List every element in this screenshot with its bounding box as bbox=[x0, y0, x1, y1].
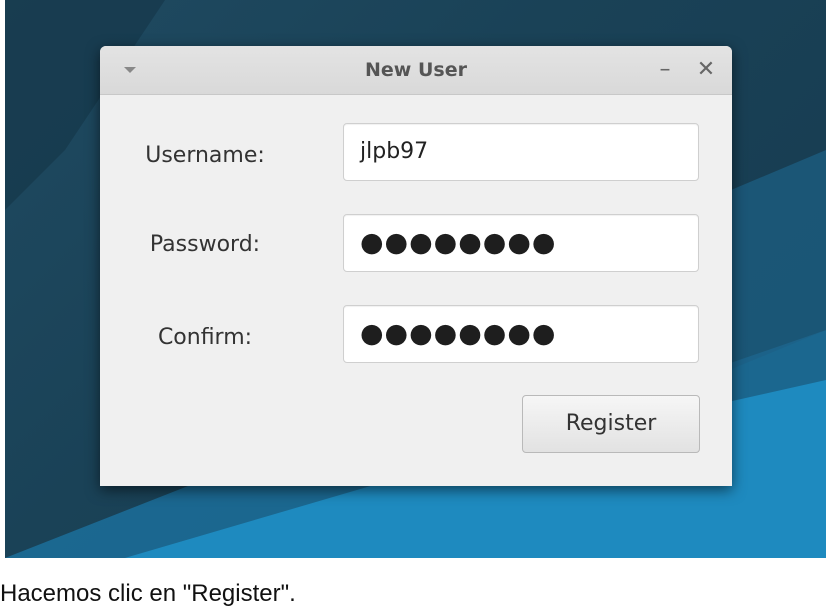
new-user-dialog: New User – ✕ Username: jlpb97 Password: … bbox=[100, 46, 732, 486]
confirm-password-field[interactable]: ●●●●●●●● bbox=[343, 305, 699, 363]
desktop-background: New User – ✕ Username: jlpb97 Password: … bbox=[5, 0, 826, 558]
window-title: New User bbox=[365, 59, 467, 81]
window-titlebar[interactable]: New User – ✕ bbox=[100, 46, 732, 95]
username-field[interactable]: jlpb97 bbox=[343, 123, 699, 181]
close-icon[interactable]: ✕ bbox=[694, 58, 718, 82]
confirm-label: Confirm: bbox=[157, 325, 253, 350]
password-label: Password: bbox=[149, 232, 261, 257]
caption-text: Hacemos clic en "Register". bbox=[0, 580, 296, 607]
register-button[interactable]: Register bbox=[522, 395, 700, 453]
minimize-icon[interactable]: – bbox=[653, 58, 677, 82]
username-label: Username: bbox=[145, 143, 265, 168]
password-field[interactable]: ●●●●●●●● bbox=[343, 214, 699, 272]
